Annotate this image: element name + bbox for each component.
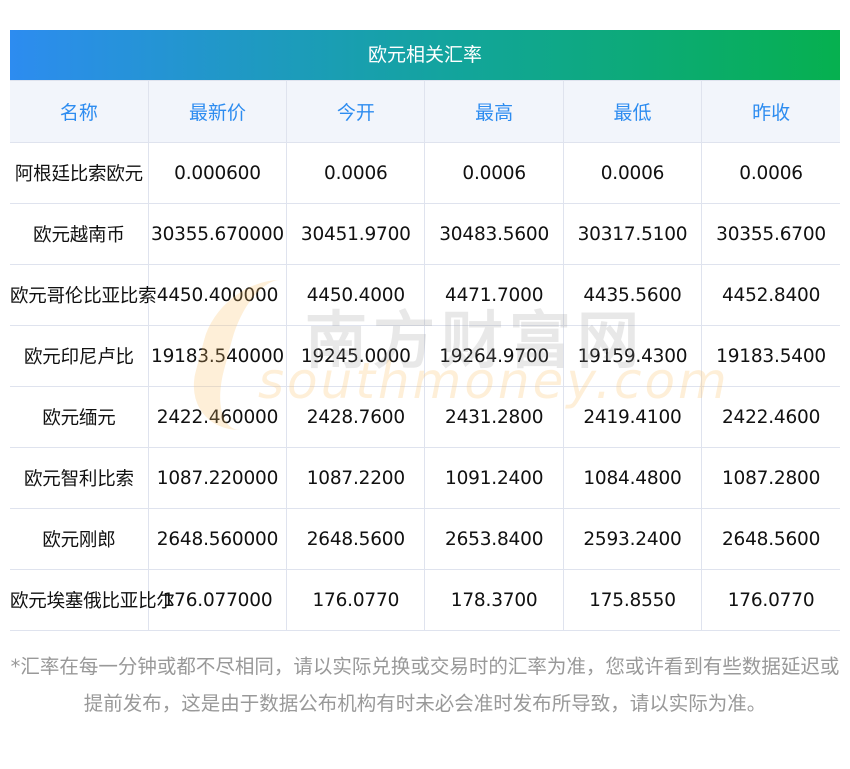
currency-name-cell: 欧元越南币 xyxy=(10,203,149,265)
table-row: 阿根廷比索欧元 0.000600 0.0006 0.0006 0.0006 0.0006 xyxy=(10,142,840,204)
currency-name-cell: 欧元印尼卢比 xyxy=(10,325,149,387)
table-row: 欧元刚郎 2648.560000 2648.5600 2653.8400 2593.24… xyxy=(10,508,840,570)
rate-cell: 2648.560000 xyxy=(147,508,288,570)
column-header: 最高 xyxy=(424,80,564,143)
rate-cell: 1091.2400 xyxy=(424,447,564,509)
rate-cell: 0.0006 xyxy=(562,142,703,204)
rate-cell: 2593.2400 xyxy=(562,508,703,570)
table-row: 欧元越南币 30355.670000 30451.9700 30483.5600 303… xyxy=(10,203,840,265)
column-header: 最低 xyxy=(562,80,703,143)
rate-cell: 19245.0000 xyxy=(286,325,426,387)
rate-cell: 30355.670000 xyxy=(147,203,288,265)
rate-cell: 4450.400000 xyxy=(147,264,288,326)
rate-cell: 19159.4300 xyxy=(562,325,703,387)
table-row: 欧元哥伦比亚比索 4450.400000 4450.4000 4471.7000 443… xyxy=(10,264,840,326)
rate-cell: 4452.8400 xyxy=(701,264,840,326)
rates-table: 名称 最新价 今开 最高 最低 昨收 阿根廷比索欧元 0.000600 0.0006 0.000… xyxy=(10,80,840,631)
rate-cell: 2653.8400 xyxy=(424,508,564,570)
rate-cell: 4471.7000 xyxy=(424,264,564,326)
rate-cell: 176.077000 xyxy=(147,569,288,631)
rate-cell: 0.0006 xyxy=(424,142,564,204)
rate-cell: 175.8550 xyxy=(562,569,703,631)
table-row: 欧元印尼卢比 19183.540000 19245.0000 19264.9700 19… xyxy=(10,325,840,387)
rate-cell: 2419.4100 xyxy=(562,386,703,448)
rate-cell: 0.000600 xyxy=(147,142,288,204)
rate-cell: 1087.220000 xyxy=(147,447,288,509)
exchange-rate-panel: 欧元相关汇率 名称 最新价 今开 最高 最低 昨收 阿根廷比索欧元 0.000600 0.00… xyxy=(10,30,840,631)
currency-name-cell: 欧元智利比索 xyxy=(10,447,149,509)
panel-title: 欧元相关汇率 xyxy=(10,30,840,80)
column-header: 昨收 xyxy=(701,80,840,143)
rate-cell: 176.0770 xyxy=(701,569,840,631)
rate-cell: 1087.2800 xyxy=(701,447,840,509)
column-header: 最新价 xyxy=(147,80,288,143)
currency-name-cell: 欧元缅元 xyxy=(10,386,149,448)
table-row: 欧元缅元 2422.460000 2428.7600 2431.2800 2419.41… xyxy=(10,386,840,448)
rate-cell: 1087.2200 xyxy=(286,447,426,509)
column-header: 今开 xyxy=(286,80,426,143)
column-header: 名称 xyxy=(10,80,149,143)
rate-cell: 30355.6700 xyxy=(701,203,840,265)
rate-cell: 19183.5400 xyxy=(701,325,840,387)
currency-name-cell: 欧元刚郎 xyxy=(10,508,149,570)
rate-cell: 2431.2800 xyxy=(424,386,564,448)
rate-cell: 30451.9700 xyxy=(286,203,426,265)
rate-cell: 19264.9700 xyxy=(424,325,564,387)
rate-cell: 0.0006 xyxy=(286,142,426,204)
disclaimer-note: *汇率在每一分钟或都不尽相同，请以实际兑换或交易时的汇率为准，您或许看到有些数据… xyxy=(10,655,840,715)
currency-name-cell: 阿根廷比索欧元 xyxy=(10,142,149,204)
table-header: 名称 最新价 今开 最高 最低 昨收 xyxy=(10,80,840,143)
rate-cell: 176.0770 xyxy=(286,569,426,631)
currency-name-cell: 欧元哥伦比亚比索 xyxy=(10,264,157,326)
table-row: 欧元智利比索 1087.220000 1087.2200 1091.2400 1084.… xyxy=(10,447,840,509)
rate-cell: 178.3700 xyxy=(424,569,564,631)
rate-cell: 1084.4800 xyxy=(562,447,703,509)
table-row: 欧元埃塞俄比亚比尔 176.077000 176.0770 178.3700 175.8… xyxy=(10,569,840,631)
rate-cell: 2422.460000 xyxy=(147,386,288,448)
rate-cell: 4450.4000 xyxy=(286,264,426,326)
currency-name-cell: 欧元埃塞俄比亚比尔 xyxy=(10,569,175,631)
rate-cell: 2648.5600 xyxy=(701,508,840,570)
rate-cell: 2422.4600 xyxy=(701,386,840,448)
rate-cell: 2648.5600 xyxy=(286,508,426,570)
rate-cell: 4435.5600 xyxy=(562,264,703,326)
rate-cell: 2428.7600 xyxy=(286,386,426,448)
rate-cell: 30317.5100 xyxy=(562,203,703,265)
rate-cell: 19183.540000 xyxy=(147,325,288,387)
rate-cell: 0.0006 xyxy=(701,142,840,204)
rate-cell: 30483.5600 xyxy=(424,203,564,265)
